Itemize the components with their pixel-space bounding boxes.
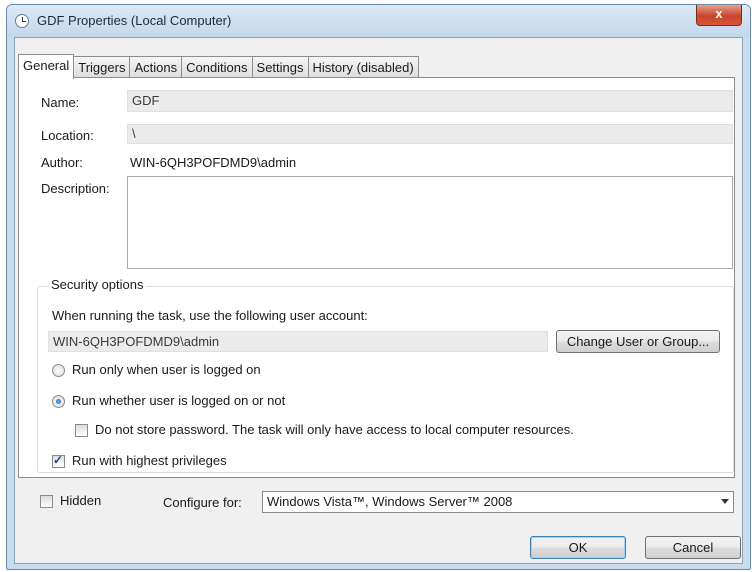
title-bar[interactable]: GDF Properties (Local Computer) x: [7, 5, 750, 37]
tab-conditions[interactable]: Conditions: [181, 56, 253, 78]
hidden-label[interactable]: Hidden: [60, 493, 101, 508]
highest-privileges-checkbox[interactable]: [52, 453, 65, 468]
tab-triggers[interactable]: Triggers: [73, 56, 131, 78]
close-button[interactable]: x: [696, 5, 742, 26]
highest-privileges-label[interactable]: Run with highest privileges: [72, 453, 227, 468]
configure-for-label: Configure for:: [163, 495, 242, 510]
author-value: WIN-6QH3POFDMD9\admin: [130, 155, 297, 170]
name-field[interactable]: GDF: [127, 90, 733, 112]
tab-settings[interactable]: Settings: [251, 56, 309, 78]
tab-actions[interactable]: Actions: [129, 56, 183, 78]
configure-for-value: Windows Vista™, Windows Server™ 2008: [267, 494, 513, 509]
name-label: Name:: [41, 95, 80, 110]
description-label: Description:: [41, 181, 110, 196]
dropdown-arrow-icon[interactable]: [721, 499, 729, 504]
change-user-button[interactable]: Change User or Group...: [556, 330, 720, 353]
no-store-password-checkbox[interactable]: [75, 424, 88, 437]
tab-history[interactable]: History (disabled): [307, 56, 419, 78]
radio-whether-logged-on[interactable]: [52, 395, 65, 408]
tab-general[interactable]: General: [18, 54, 75, 79]
task-clock-icon: [15, 14, 29, 28]
window-title: GDF Properties (Local Computer): [37, 13, 232, 28]
security-options-legend: Security options: [49, 277, 146, 292]
radio-whether-logged-on-label[interactable]: Run whether user is logged on or not: [72, 393, 285, 408]
ok-button[interactable]: OK: [530, 536, 626, 559]
location-field[interactable]: \: [127, 124, 733, 144]
location-label: Location:: [41, 128, 94, 143]
cancel-button[interactable]: Cancel: [645, 536, 741, 559]
no-store-password-label[interactable]: Do not store password. The task will onl…: [95, 422, 574, 437]
account-prompt: When running the task, use the following…: [52, 308, 368, 323]
author-label: Author:: [41, 155, 83, 170]
user-account-field: WIN-6QH3POFDMD9\admin: [48, 331, 548, 352]
radio-logged-on[interactable]: [52, 364, 65, 377]
tab-strip: General Triggers Actions Conditions Sett…: [18, 54, 419, 79]
description-textarea[interactable]: [127, 176, 733, 269]
hidden-checkbox[interactable]: [40, 495, 53, 508]
configure-for-dropdown[interactable]: Windows Vista™, Windows Server™ 2008: [262, 491, 734, 513]
radio-logged-on-label[interactable]: Run only when user is logged on: [72, 362, 261, 377]
